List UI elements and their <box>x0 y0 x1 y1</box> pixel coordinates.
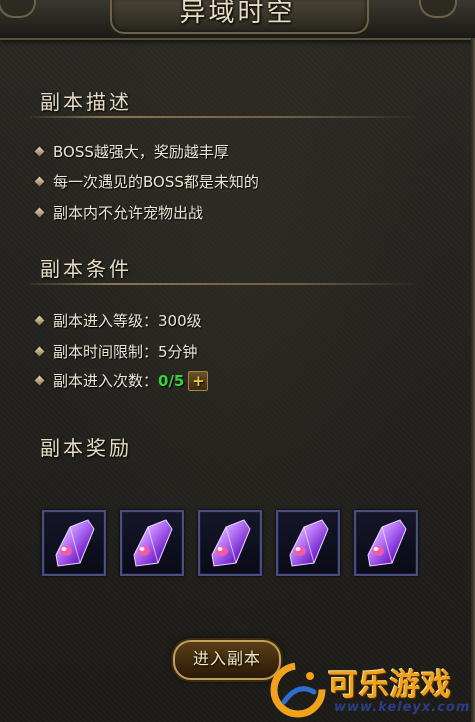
reward-slot[interactable] <box>198 510 262 576</box>
condition-entries: 副本进入次数： 0/5 + <box>34 370 209 391</box>
diamond-bullet-icon <box>34 346 45 357</box>
window-title: 异域时空 <box>179 0 296 28</box>
condition-level-label: 副本进入等级： <box>53 312 159 330</box>
condition-entries-label: 副本进入次数： <box>53 372 159 390</box>
reward-slot[interactable] <box>276 510 340 576</box>
condition-time: 副本时间限制： 5分钟 <box>34 341 198 362</box>
description-text: 每一次遇见的BOSS都是未知的 <box>53 173 259 191</box>
description-item: 每一次遇见的BOSS都是未知的 <box>34 171 259 192</box>
diamond-bullet-icon <box>34 207 45 218</box>
diamond-bullet-icon <box>34 146 45 157</box>
right-edge-bar <box>471 38 475 722</box>
reward-slot[interactable] <box>120 510 184 576</box>
description-item: 副本内不允许宠物出战 <box>34 202 204 223</box>
watermark-url: www.keleyx.com <box>334 700 471 715</box>
title-bar: 异域时空 <box>0 0 475 40</box>
dungeon-panel: 异域时空 副本描述 BOSS越强大，奖励越丰厚 每一次遇见的BOSS都是未知的 … <box>0 0 475 722</box>
enter-dungeon-button[interactable]: 进入副本 <box>173 640 281 680</box>
corner-ornament-right <box>419 0 457 18</box>
add-entries-button[interactable]: + <box>188 370 209 391</box>
site-watermark: 可乐游戏 www.keleyx.com <box>268 658 473 720</box>
cola-logo-icon <box>270 662 326 718</box>
watermark-name: 可乐游戏 <box>328 668 452 703</box>
description-item: BOSS越强大，奖励越丰厚 <box>34 141 229 162</box>
purple-crystal-icon <box>289 519 329 567</box>
description-heading: 副本描述 <box>40 90 132 114</box>
purple-crystal-icon <box>367 519 407 567</box>
condition-time-label: 副本时间限制： <box>53 343 159 361</box>
reward-slot[interactable] <box>354 510 418 576</box>
diamond-bullet-icon <box>34 375 45 386</box>
condition-level-value: 300级 <box>158 312 202 330</box>
purple-crystal-icon <box>211 519 251 567</box>
conditions-heading: 副本条件 <box>40 257 132 281</box>
condition-entries-value: 0/5 <box>158 371 185 390</box>
description-divider <box>30 116 415 118</box>
condition-level: 副本进入等级： 300级 <box>34 310 202 331</box>
reward-slot[interactable] <box>42 510 106 576</box>
description-text: BOSS越强大，奖励越丰厚 <box>53 143 229 161</box>
description-text: 副本内不允许宠物出战 <box>53 204 204 222</box>
condition-time-value: 5分钟 <box>158 343 198 361</box>
diamond-bullet-icon <box>34 176 45 187</box>
purple-crystal-icon <box>133 519 173 567</box>
purple-crystal-icon <box>55 519 95 567</box>
reward-slots <box>42 510 422 576</box>
conditions-divider <box>30 283 415 285</box>
corner-ornament-left <box>0 0 36 18</box>
diamond-bullet-icon <box>34 315 45 326</box>
rewards-heading: 副本奖励 <box>40 436 132 460</box>
